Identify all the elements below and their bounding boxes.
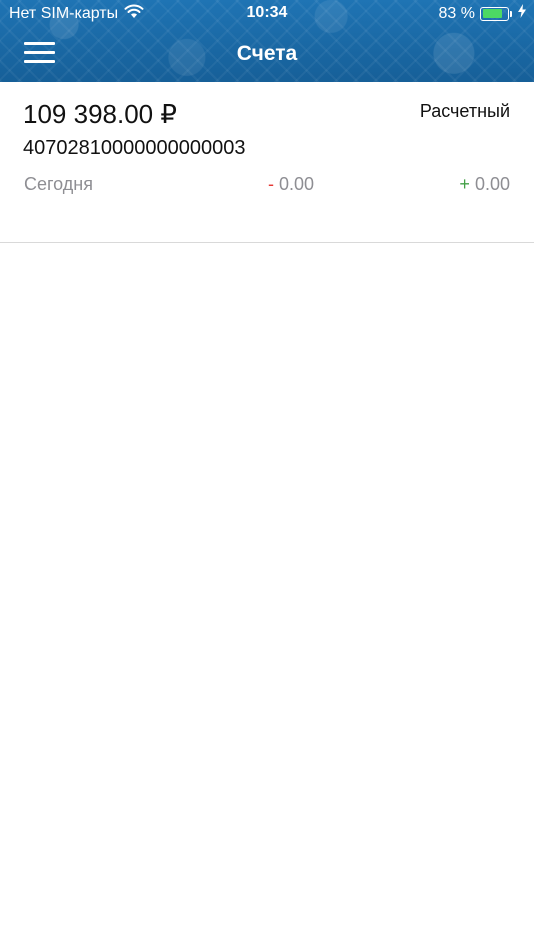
- page-title: Счета: [236, 42, 298, 65]
- status-right: 83 %: [439, 4, 526, 23]
- battery-icon: [480, 6, 512, 21]
- battery-percent: 83 %: [438, 4, 475, 22]
- account-card[interactable]: 109 398.00 ₽ Расчетный 40702810000000000…: [0, 82, 534, 243]
- credit-amount: 0.00: [474, 174, 510, 194]
- debit-sign: -: [268, 174, 274, 194]
- account-number: 40702810000000000003: [23, 137, 246, 159]
- battery-level-fill: [482, 9, 503, 18]
- debit-turnover: - 0.00: [268, 174, 314, 195]
- account-type: Расчетный: [419, 101, 510, 121]
- app-header: Нет SIM-карты 10:34 83 % Счета: [0, 0, 534, 82]
- status-bar: Нет SIM-карты 10:34 83 %: [0, 0, 534, 28]
- navigation-bar: Счета: [0, 28, 534, 82]
- account-balance: 109 398.00 ₽: [23, 99, 177, 129]
- credit-sign: +: [459, 174, 470, 194]
- debit-amount: 0.00: [279, 174, 315, 194]
- charging-bolt-icon: [518, 4, 526, 23]
- credit-turnover: + 0.00: [459, 174, 510, 195]
- period-label: Сегодня: [24, 174, 93, 194]
